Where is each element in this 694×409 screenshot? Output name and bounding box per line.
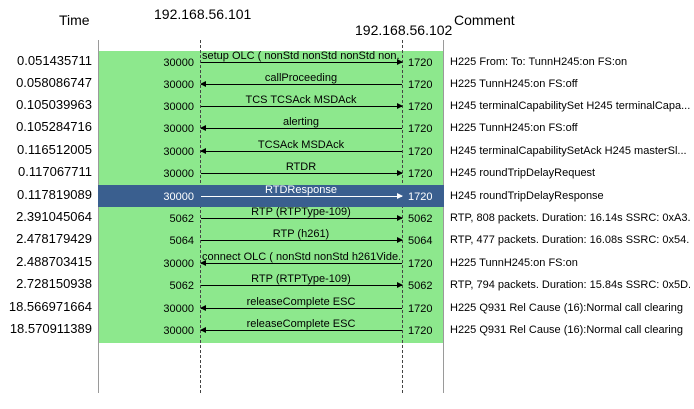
arrow-right-icon bbox=[201, 59, 403, 65]
flow-row[interactable]: 0.058086747 30000 1720 callProceeding H225 T… bbox=[0, 72, 694, 95]
dest-port: 5062 bbox=[408, 213, 433, 225]
packet-time: 2.728150938 bbox=[16, 276, 92, 291]
packet-comment: H225 Q931 Rel Cause (16):Normal call cle… bbox=[450, 324, 683, 336]
source-port: 5062 bbox=[169, 213, 194, 225]
source-port: 30000 bbox=[163, 168, 194, 180]
arrow-right-icon bbox=[201, 237, 403, 243]
source-port: 30000 bbox=[163, 191, 194, 203]
arrow-right-icon bbox=[201, 193, 403, 199]
source-port: 30000 bbox=[163, 79, 194, 91]
packet-time: 2.391045064 bbox=[16, 209, 92, 224]
arrow-left-icon bbox=[200, 260, 402, 266]
arrow-left-icon bbox=[200, 148, 402, 154]
dest-port: 1720 bbox=[408, 258, 433, 270]
arrow-left-icon bbox=[200, 125, 402, 131]
packet-time: 0.116512005 bbox=[17, 142, 92, 157]
packet-comment: RTP, 794 packets. Duration: 15.84s SSRC:… bbox=[450, 279, 690, 291]
arrow-left-icon bbox=[200, 305, 402, 311]
packet-time: 2.488703415 bbox=[16, 254, 92, 269]
message-label: RTDR bbox=[285, 161, 317, 173]
packet-time: 0.117819089 bbox=[17, 187, 92, 202]
packet-comment: H245 terminalCapabilitySet H245 terminal… bbox=[450, 100, 690, 112]
flow-row[interactable]: 0.116512005 30000 1720 TCSAck MSDAck H245 te… bbox=[0, 139, 694, 162]
dest-port: 1720 bbox=[408, 168, 433, 180]
flow-row[interactable]: 0.105039963 30000 1720 TCS TCSAck MSDAck H24… bbox=[0, 94, 694, 117]
flow-rows: 0.051435711 30000 1720 setup OLC ( nonStd n… bbox=[0, 0, 694, 409]
flow-row[interactable]: 0.117067711 30000 1720 RTDR H245 roundTripDe… bbox=[0, 161, 694, 184]
packet-comment: H225 TunnH245:on FS:off bbox=[450, 122, 578, 134]
dest-port: 1720 bbox=[408, 79, 433, 91]
dest-port: 1720 bbox=[408, 101, 433, 113]
message-label: RTP (h261) bbox=[272, 228, 330, 240]
dest-port: 1720 bbox=[408, 123, 433, 135]
message-label: TCSAck MSDAck bbox=[257, 139, 345, 151]
dest-port: 1720 bbox=[408, 325, 433, 337]
flow-row[interactable]: 0.051435711 30000 1720 setup OLC ( nonStd n… bbox=[0, 50, 694, 73]
message-label: TCS TCSAck MSDAck bbox=[245, 94, 357, 106]
packet-comment: H225 TunnH245:on FS:on bbox=[450, 257, 578, 269]
message-label: RTP (RTPType-109) bbox=[251, 206, 351, 218]
source-port: 30000 bbox=[163, 258, 194, 270]
packet-time: 18.570911389 bbox=[9, 321, 92, 336]
packet-comment: H225 From: To: TunnH245:on FS:on bbox=[450, 56, 628, 68]
dest-port: 5064 bbox=[408, 235, 433, 247]
source-port: 30000 bbox=[163, 303, 194, 315]
arrow-right-icon bbox=[201, 103, 403, 109]
packet-time: 0.058086747 bbox=[16, 75, 92, 90]
packet-time: 18.566971664 bbox=[8, 299, 92, 314]
dest-port: 5062 bbox=[408, 280, 433, 292]
message-label: setup OLC ( nonStd nonStd nonStd non... bbox=[202, 50, 400, 62]
source-port: 30000 bbox=[163, 325, 194, 337]
source-port: 30000 bbox=[163, 57, 194, 69]
dest-port: 1720 bbox=[408, 146, 433, 158]
message-label: connect OLC ( nonStd nonStd h261Vide... bbox=[202, 251, 400, 263]
packet-time: 0.105039963 bbox=[16, 97, 92, 112]
flow-row[interactable]: 2.391045064 5062 5062 RTP (RTPType-109) RTP,… bbox=[0, 206, 694, 229]
packet-comment: H245 terminalCapabilitySetAck H245 maste… bbox=[450, 145, 687, 157]
packet-comment: H225 TunnH245:on FS:off bbox=[450, 78, 578, 90]
source-port: 30000 bbox=[163, 146, 194, 158]
message-label: callProceeding bbox=[264, 72, 338, 84]
flow-row[interactable]: 0.105284716 30000 1720 alerting H225 TunnH24… bbox=[0, 116, 694, 139]
message-label: RTP (RTPType-109) bbox=[251, 273, 351, 285]
flow-row[interactable]: 18.570911389 30000 1720 releaseComplete ESC… bbox=[0, 318, 694, 341]
source-port: 30000 bbox=[163, 101, 194, 113]
message-label: alerting bbox=[282, 116, 320, 128]
packet-comment: RTP, 808 packets. Duration: 16.14s SSRC:… bbox=[450, 212, 690, 224]
flow-row[interactable]: 2.478179429 5064 5064 RTP (h261) RTP, 477 pa… bbox=[0, 228, 694, 251]
source-port: 30000 bbox=[163, 123, 194, 135]
flow-row[interactable]: 2.728150938 5062 5062 RTP (RTPType-109) RTP,… bbox=[0, 273, 694, 296]
dest-port: 1720 bbox=[408, 303, 433, 315]
flow-row[interactable]: 0.117819089 30000 1720 RTDResponse H245 roun… bbox=[0, 184, 694, 207]
source-port: 5062 bbox=[169, 280, 194, 292]
arrow-left-icon bbox=[200, 327, 402, 333]
packet-comment: H245 roundTripDelayRequest bbox=[450, 167, 596, 179]
packet-time: 0.117067711 bbox=[18, 164, 92, 179]
arrow-left-icon bbox=[200, 81, 402, 87]
dest-port: 1720 bbox=[408, 57, 433, 69]
packet-time: 2.478179429 bbox=[16, 231, 92, 246]
packet-time: 0.105284716 bbox=[16, 119, 92, 134]
packet-comment: H225 Q931 Rel Cause (16):Normal call cle… bbox=[450, 302, 683, 314]
message-label: releaseComplete ESC bbox=[246, 296, 356, 308]
message-label: RTDResponse bbox=[265, 184, 337, 196]
flow-row[interactable]: 18.566971664 30000 1720 releaseComplete ESC… bbox=[0, 296, 694, 319]
packet-comment: RTP, 477 packets. Duration: 16.08s SSRC:… bbox=[450, 234, 690, 246]
message-label: releaseComplete ESC bbox=[246, 318, 356, 330]
source-port: 5064 bbox=[169, 235, 194, 247]
dest-port: 1720 bbox=[408, 191, 433, 203]
packet-comment: H245 roundTripDelayResponse bbox=[450, 190, 604, 202]
arrow-right-icon bbox=[201, 170, 403, 176]
flow-row[interactable]: 2.488703415 30000 1720 connect OLC ( nonStd… bbox=[0, 251, 694, 274]
arrow-right-icon bbox=[201, 282, 403, 288]
packet-time: 0.051435711 bbox=[17, 53, 92, 68]
arrow-right-icon bbox=[201, 215, 403, 221]
